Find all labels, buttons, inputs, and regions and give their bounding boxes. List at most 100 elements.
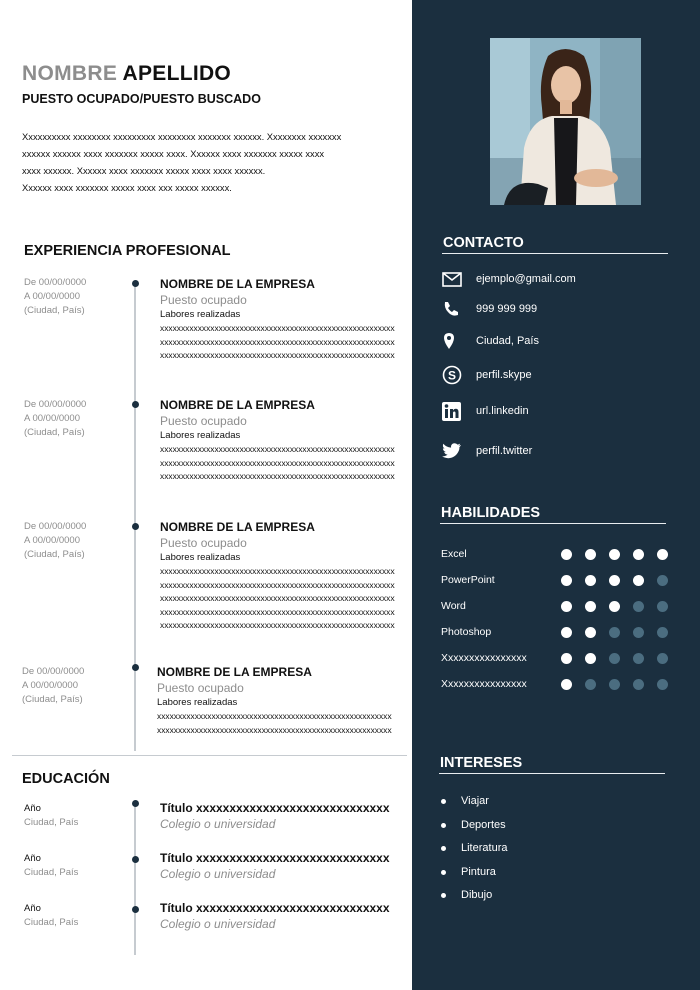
interest-item: Deportes — [441, 817, 506, 833]
job-title: PUESTO OCUPADO/PUESTO BUSCADO — [22, 92, 261, 106]
contact-heading: CONTACTO — [443, 235, 524, 251]
interests-heading: INTERESES — [440, 755, 523, 771]
location-text: Ciudad, País — [476, 335, 539, 347]
experience-dates: De 00/00/0000 A 00/00/0000 (Ciudad, País… — [24, 398, 86, 440]
timeline-dot — [132, 523, 139, 530]
contact-skype[interactable]: S perfil.skype — [442, 364, 532, 386]
job-role: Puesto ocupado — [160, 293, 247, 307]
sidebar: CONTACTO ejemplo@gmail.com 999 999 999 C… — [412, 0, 700, 990]
bullet-icon — [441, 845, 446, 851]
experience-timeline — [134, 283, 136, 751]
twitter-text: perfil.twitter — [476, 445, 533, 457]
phone-text: 999 999 999 — [476, 303, 538, 315]
skill-level-dots — [561, 600, 668, 612]
school-name: Colegio o universidad — [160, 917, 276, 931]
task-line: xxxxxxxxxxxxxxxxxxxxxxxxxxxxxxxxxxxxxxxx… — [160, 444, 395, 454]
task-line: xxxxxxxxxxxxxxxxxxxxxxxxxxxxxxxxxxxxxxxx… — [160, 620, 395, 630]
skype-icon: S — [442, 364, 466, 386]
task-line: xxxxxxxxxxxxxxxxxxxxxxxxxxxxxxxxxxxxxxxx… — [160, 457, 395, 468]
contact-phone[interactable]: 999 999 999 — [442, 298, 537, 320]
last-name: APELLIDO — [122, 62, 232, 85]
task-line: xxxxxxxxxxxxxxxxxxxxxxxxxxxxxxxxxxxxxxxx… — [160, 566, 395, 576]
job-location: (Ciudad, País) — [24, 305, 85, 316]
skill-dot-filled — [657, 548, 668, 560]
contact-email[interactable]: ejemplo@gmail.com — [442, 268, 576, 290]
education-location: Ciudad, País — [24, 867, 79, 878]
skill-dot-filled — [585, 574, 596, 586]
svg-text:S: S — [448, 369, 456, 383]
contact-location: Ciudad, País — [442, 330, 539, 352]
education-year: Año — [24, 903, 41, 914]
summary-line: xxxx xxxxxx. Xxxxxx xxxx xxxxxxx xxxxx x… — [22, 165, 266, 176]
interest-label: Literatura — [461, 842, 508, 854]
skill-dot-empty — [633, 600, 644, 612]
experience-item: NOMBRE DE LA EMPRESA Puesto ocupado Labo… — [160, 276, 395, 363]
date-from: De 00/00/0000 — [24, 277, 87, 288]
date-to: A 00/00/0000 — [24, 291, 80, 302]
education-date: Año Ciudad, País — [24, 902, 78, 930]
education-item: Título xxxxxxxxxxxxxxxxxxxxxxxxxxxxx Col… — [160, 850, 390, 883]
tasks-label: Labores realizadas — [160, 430, 241, 441]
company-name: NOMBRE DE LA EMPRESA — [157, 665, 312, 679]
interest-item: Pintura — [441, 864, 496, 880]
degree-title: Título xxxxxxxxxxxxxxxxxxxxxxxxxxxxx — [160, 901, 390, 915]
education-timeline — [134, 803, 136, 955]
education-item: Título xxxxxxxxxxxxxxxxxxxxxxxxxxxxx Col… — [160, 800, 390, 833]
contact-twitter[interactable]: perfil.twitter — [442, 440, 532, 462]
date-to: A 00/00/0000 — [22, 680, 78, 691]
main-column: NOMBRE APELLIDO PUESTO OCUPADO/PUESTO BU… — [0, 0, 412, 990]
interest-label: Viajar — [461, 795, 489, 807]
task-line: xxxxxxxxxxxxxxxxxxxxxxxxxxxxxxxxxxxxxxxx… — [160, 606, 395, 617]
skills-rule — [440, 523, 666, 524]
skill-row: Excel — [441, 546, 671, 562]
skill-level-dots — [561, 678, 668, 690]
phone-icon — [442, 298, 466, 320]
date-from: De 00/00/0000 — [24, 399, 87, 410]
bullet-icon — [441, 798, 446, 804]
task-line: xxxxxxxxxxxxxxxxxxxxxxxxxxxxxxxxxxxxxxxx… — [160, 593, 395, 603]
skill-dot-empty — [657, 652, 668, 664]
experience-dates: De 00/00/0000 A 00/00/0000 (Ciudad, País… — [24, 276, 86, 318]
timeline-dot — [132, 280, 139, 287]
company-name: NOMBRE DE LA EMPRESA — [160, 520, 315, 534]
task-line: xxxxxxxxxxxxxxxxxxxxxxxxxxxxxxxxxxxxxxxx… — [157, 724, 392, 735]
skill-row: Xxxxxxxxxxxxxxxx — [441, 650, 671, 666]
skill-name: Photoshop — [441, 626, 492, 638]
task-line: xxxxxxxxxxxxxxxxxxxxxxxxxxxxxxxxxxxxxxxx… — [160, 323, 395, 333]
education-item: Título xxxxxxxxxxxxxxxxxxxxxxxxxxxxx Col… — [160, 900, 390, 933]
timeline-dot — [132, 664, 139, 671]
experience-dates: De 00/00/0000 A 00/00/0000 (Ciudad, País… — [24, 520, 86, 562]
education-location: Ciudad, País — [24, 917, 79, 928]
skill-dot-filled — [561, 600, 572, 612]
skill-dot-empty — [657, 574, 668, 586]
education-heading: EDUCACIÓN — [22, 771, 110, 787]
experience-dates: De 00/00/0000 A 00/00/0000 (Ciudad, País… — [22, 665, 84, 707]
timeline-dot — [132, 856, 139, 863]
education-year: Año — [24, 803, 41, 814]
skill-name: Word — [441, 600, 466, 612]
skill-name: Xxxxxxxxxxxxxxxx — [441, 652, 527, 664]
skill-dot-filled — [561, 626, 572, 638]
profile-photo — [490, 38, 641, 205]
interest-item: Literatura — [441, 840, 507, 856]
skill-dot-filled — [585, 600, 596, 612]
interest-label: Dibujo — [461, 889, 493, 901]
skill-row: Xxxxxxxxxxxxxxxx — [441, 676, 671, 692]
job-location: (Ciudad, País) — [24, 427, 85, 438]
job-role: Puesto ocupado — [160, 414, 247, 428]
date-to: A 00/00/0000 — [24, 413, 80, 424]
company-name: NOMBRE DE LA EMPRESA — [160, 398, 315, 412]
skill-dot-filled — [609, 548, 620, 560]
timeline-dot — [132, 906, 139, 913]
skill-dot-empty — [609, 626, 620, 638]
contact-linkedin[interactable]: url.linkedin — [442, 400, 529, 422]
skill-dot-filled — [561, 548, 572, 560]
date-from: De 00/00/0000 — [24, 521, 87, 532]
experience-item: NOMBRE DE LA EMPRESA Puesto ocupado Labo… — [157, 664, 392, 737]
skill-dot-empty — [657, 626, 668, 638]
job-location: (Ciudad, País) — [24, 549, 85, 560]
skill-row: Photoshop — [441, 624, 671, 640]
degree-title: Título xxxxxxxxxxxxxxxxxxxxxxxxxxxxx — [160, 851, 390, 865]
task-line: xxxxxxxxxxxxxxxxxxxxxxxxxxxxxxxxxxxxxxxx… — [160, 336, 395, 347]
skills-heading: HABILIDADES — [441, 505, 541, 521]
